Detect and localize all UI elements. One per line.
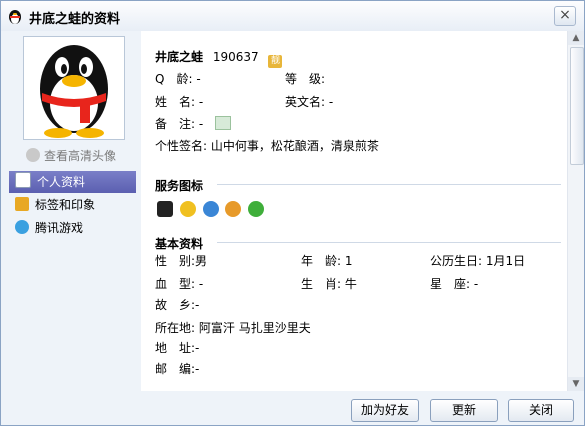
postcode-label: 邮 编: <box>155 362 196 376</box>
qq-penguin-icon[interactable] <box>157 201 173 217</box>
basic-info-title: 基本资料 <box>155 237 204 251</box>
sidebar-item-games[interactable]: 腾讯游戏 <box>9 217 136 239</box>
scroll-down-icon[interactable]: ▼ <box>568 377 584 391</box>
gender-value: 男 <box>195 254 208 268</box>
level-label: 等 级: <box>285 72 326 86</box>
penguin-avatar-image <box>40 45 108 138</box>
qq-number: 190637 <box>212 50 259 64</box>
blood-type-value: - <box>198 277 204 291</box>
tag-icon <box>15 197 29 211</box>
sidebar-nav: 个人资料 标签和印象 腾讯游戏 <box>9 171 136 240</box>
sidebar-item-tags[interactable]: 标签和印象 <box>9 194 136 216</box>
close-window-button[interactable]: × <box>554 6 576 26</box>
service-icons-title: 服务图标 <box>155 179 204 193</box>
location-value: 阿富汗 马扎里沙里夫 <box>198 321 311 335</box>
smiley-icon[interactable] <box>179 201 196 217</box>
vertical-scrollbar[interactable]: ▲ ▼ <box>567 31 584 391</box>
english-name-label: 英文名: <box>285 95 326 109</box>
remark-value: - <box>198 117 204 131</box>
remark-label: 备 注: <box>155 117 196 131</box>
close-button[interactable]: 关闭 <box>508 399 574 422</box>
name-label: 姓 名: <box>155 95 196 109</box>
horn-icon[interactable] <box>225 201 242 217</box>
hometown-value: - <box>195 298 200 312</box>
location-row: 所在地: 阿富汗 马扎里沙里夫 <box>155 319 311 336</box>
qq-age-value: - <box>196 72 201 86</box>
qq-age-label: Q 龄: <box>155 72 193 86</box>
section-divider <box>217 242 561 243</box>
scroll-thumb[interactable] <box>570 47 584 165</box>
profile-content: 井底之蛙 190637 靓 Q 龄: - 等 级: 姓 名: - 英文名: - … <box>141 31 569 391</box>
address-row: 地 址:- <box>155 339 199 356</box>
qq-penguin-icon <box>9 10 21 24</box>
sidebar-item-profile[interactable]: 个人资料 <box>9 171 136 193</box>
remark-row: 备 注: - <box>155 115 232 132</box>
edit-remark-icon[interactable] <box>215 116 232 130</box>
name-value: - <box>198 95 204 109</box>
zodiac-label: 生 肖: <box>301 277 342 291</box>
postcode-row: 邮 编:- <box>155 360 199 377</box>
signature-label: 个性签名: <box>155 139 208 153</box>
qq-age-row: Q 龄: - <box>155 70 201 87</box>
age-label: 年 龄: <box>301 254 342 268</box>
location-label: 所在地: <box>155 321 196 335</box>
scroll-up-icon[interactable]: ▲ <box>568 31 584 45</box>
zodiac-row: 生 肖: 牛 <box>301 275 357 292</box>
postcode-value: - <box>195 362 200 376</box>
name-row: 姓 名: - <box>155 93 203 110</box>
footer-bar: 加为好友 更新 关闭 <box>1 391 584 425</box>
gender-label: 性 别: <box>155 254 196 268</box>
add-friend-button[interactable]: 加为好友 <box>351 399 419 422</box>
age-row: 年 龄: 1 <box>301 252 353 269</box>
english-name-row: 英文名: - <box>285 93 333 110</box>
window-title: 井底之蛙的资料 <box>29 12 121 27</box>
signature-value: 山中何事，松花酿酒，清泉煎茶 <box>210 139 379 153</box>
english-name-value: - <box>328 95 334 109</box>
games-icon <box>15 220 29 234</box>
constellation-row: 星 座: - <box>430 275 478 292</box>
hometown-label: 故 乡: <box>155 298 196 312</box>
pretty-number-badge-icon: 靓 <box>268 55 283 68</box>
service-icons <box>157 201 267 220</box>
avatar[interactable] <box>23 36 125 140</box>
blood-type-row: 血 型: - <box>155 275 203 292</box>
section-divider <box>217 184 561 185</box>
profile-header: 井底之蛙 190637 靓 <box>155 48 283 68</box>
view-hd-avatar-link[interactable]: 查看高清头像 <box>26 147 116 164</box>
address-label: 地 址: <box>155 341 196 355</box>
constellation-value: - <box>473 277 479 291</box>
shield-icon[interactable] <box>202 201 219 217</box>
sidebar: 查看高清头像 个人资料 标签和印象 腾讯游戏 <box>1 31 141 397</box>
profile-card-icon <box>15 172 31 188</box>
gender-row: 性 别:男 <box>155 252 207 269</box>
zodiac-value: 牛 <box>344 277 357 291</box>
signature-row: 个性签名: 山中何事，松花酿酒，清泉煎茶 <box>155 137 379 154</box>
hometown-row: 故 乡:- <box>155 296 199 313</box>
nickname: 井底之蛙 <box>155 50 204 64</box>
birthday-value: 1月1日 <box>485 254 526 268</box>
level-row: 等 级: <box>285 70 325 87</box>
blood-type-label: 血 型: <box>155 277 196 291</box>
avatar-zoom-icon <box>26 148 40 162</box>
address-value: - <box>195 341 200 355</box>
profile-window: 井底之蛙的资料 × 查看高清头像 个人资料 标签和印象 腾讯游戏 井底之蛙 19… <box>0 0 585 426</box>
birthday-label: 公历生日: <box>430 254 483 268</box>
age-value: 1 <box>344 254 353 268</box>
title-bar[interactable]: 井底之蛙的资料 × <box>1 1 584 31</box>
refresh-button[interactable]: 更新 <box>430 399 498 422</box>
green-arrow-icon[interactable] <box>248 201 265 217</box>
birthday-row: 公历生日: 1月1日 <box>430 252 525 269</box>
constellation-label: 星 座: <box>430 277 471 291</box>
